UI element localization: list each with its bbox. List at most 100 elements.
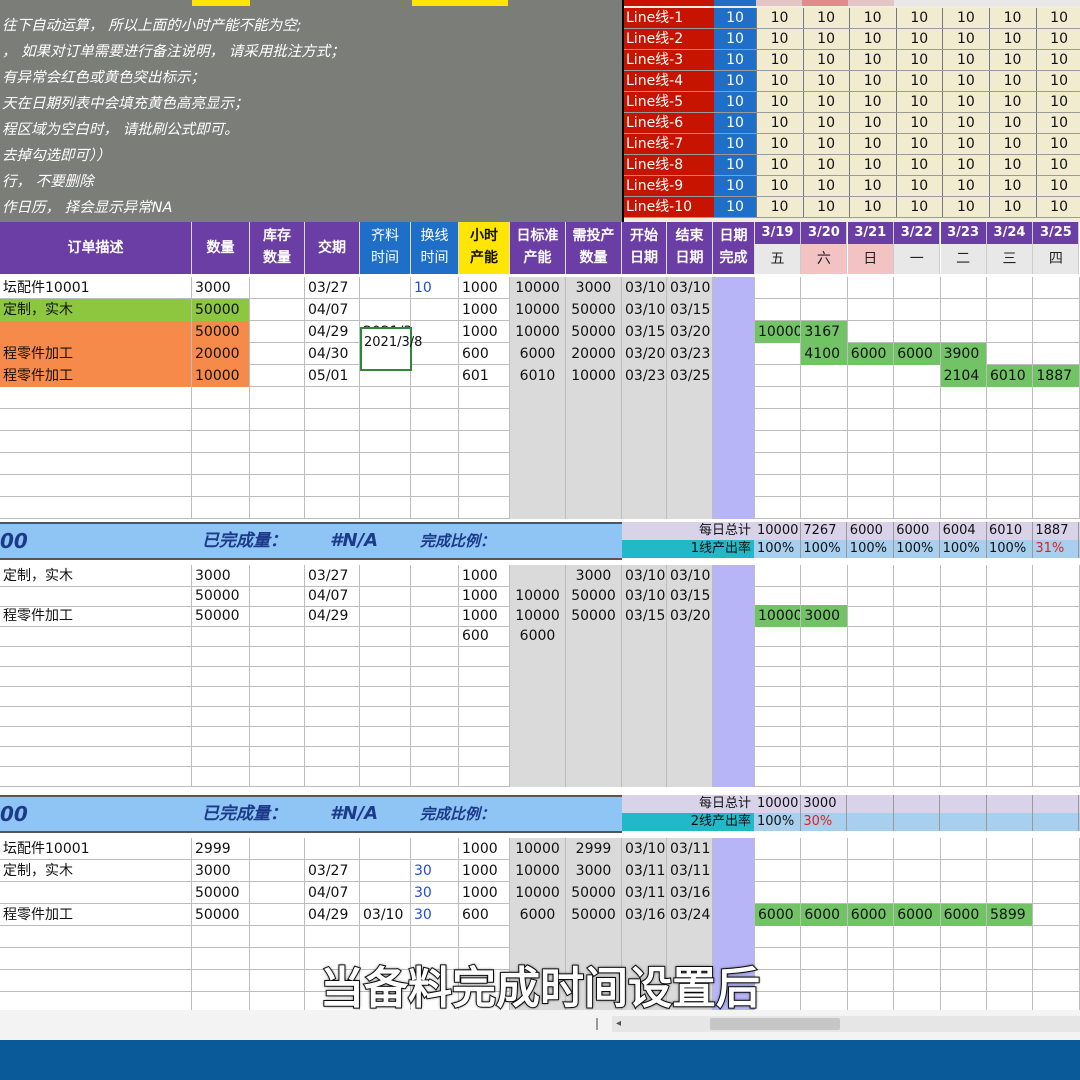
calendar-cell[interactable]: [848, 765, 895, 787]
cell-qty[interactable]: [192, 453, 250, 475]
capacity-cell[interactable]: 10: [756, 197, 802, 217]
cell-chg[interactable]: [411, 685, 459, 707]
calendar-cell[interactable]: [1033, 409, 1080, 431]
cell-need[interactable]: [566, 645, 622, 667]
cell-desc[interactable]: [0, 665, 192, 687]
table-row[interactable]: 程零件加工 20000 04/30 600 6000 20000 03/20 03/23 410…: [0, 343, 1080, 365]
calendar-cell[interactable]: [755, 277, 802, 299]
cell-qty[interactable]: 50000: [192, 904, 250, 926]
cell-std[interactable]: 6000: [510, 904, 566, 926]
cell-due[interactable]: [305, 926, 360, 948]
calendar-cell[interactable]: [894, 665, 941, 687]
capacity-cell[interactable]: 10: [989, 134, 1035, 154]
line-value[interactable]: 10: [714, 176, 756, 196]
cell-done[interactable]: [713, 475, 755, 497]
cell-hour[interactable]: 1000: [459, 277, 510, 299]
cell-start[interactable]: [622, 926, 667, 948]
table-row[interactable]: [0, 765, 1080, 787]
capacity-cell[interactable]: 10: [1035, 71, 1080, 91]
calendar-cell[interactable]: [941, 860, 987, 882]
capacity-cell[interactable]: 10: [802, 8, 849, 28]
capacity-cell[interactable]: 10: [895, 197, 942, 217]
calendar-cell[interactable]: [848, 321, 895, 343]
cell-chg[interactable]: [411, 387, 459, 409]
cell-start[interactable]: [622, 387, 667, 409]
cell-desc[interactable]: [0, 725, 192, 747]
calendar-cell[interactable]: [941, 321, 987, 343]
capacity-cell[interactable]: 10: [989, 155, 1035, 175]
cell-desc[interactable]: 程零件加工: [0, 904, 192, 926]
table-row[interactable]: [0, 497, 1080, 519]
calendar-cell[interactable]: [987, 645, 1034, 667]
cell-need[interactable]: 10000: [566, 365, 622, 387]
cell-due[interactable]: [305, 645, 360, 667]
cell-chg[interactable]: [411, 705, 459, 727]
cell-done[interactable]: [713, 365, 755, 387]
scroll-track[interactable]: [612, 1016, 1080, 1032]
cell-need[interactable]: 3000: [566, 277, 622, 299]
cell-desc[interactable]: 定制，实木: [0, 860, 192, 882]
calendar-cell[interactable]: [755, 838, 802, 860]
cell-end[interactable]: 03/23: [667, 343, 713, 365]
calendar-cell[interactable]: [801, 765, 848, 787]
capacity-cell[interactable]: 10: [849, 50, 896, 70]
cell-stock[interactable]: [250, 645, 305, 667]
cell-desc[interactable]: 程零件加工: [0, 605, 192, 627]
calendar-cell[interactable]: 6000: [801, 904, 848, 926]
cell-start[interactable]: 03/10: [622, 565, 667, 587]
calendar-cell[interactable]: 3167: [801, 321, 848, 343]
table-row[interactable]: [0, 745, 1080, 767]
cell-mat[interactable]: [360, 409, 411, 431]
calendar-cell[interactable]: [894, 685, 941, 707]
capacity-cell[interactable]: 10: [849, 155, 896, 175]
calendar-cell[interactable]: [801, 625, 848, 647]
calendar-cell[interactable]: [848, 665, 895, 687]
calendar-day-header[interactable]: 3/22 一: [894, 222, 941, 274]
cell-hour[interactable]: [459, 665, 510, 687]
capacity-cell[interactable]: 10: [989, 29, 1035, 49]
cell-chg[interactable]: [411, 299, 459, 321]
header-order-desc[interactable]: 订单描述: [0, 222, 192, 274]
cell-due[interactable]: 04/07: [305, 299, 360, 321]
capacity-cell[interactable]: 10: [756, 155, 802, 175]
cell-stock[interactable]: [250, 838, 305, 860]
capacity-cell[interactable]: 10: [942, 50, 989, 70]
cell-end[interactable]: [667, 765, 713, 787]
cell-hour[interactable]: [459, 745, 510, 767]
cell-chg[interactable]: [411, 453, 459, 475]
calendar-cell[interactable]: [755, 365, 802, 387]
cell-stock[interactable]: [250, 387, 305, 409]
cell-stock[interactable]: [250, 299, 305, 321]
calendar-cell[interactable]: [987, 765, 1034, 787]
capacity-cell[interactable]: 10: [942, 8, 989, 28]
cell-mat[interactable]: [360, 860, 411, 882]
calendar-cell[interactable]: [941, 725, 987, 747]
header-day-standard[interactable]: 日标准 产能: [510, 222, 566, 274]
calendar-day-header[interactable]: 3/19 五: [755, 222, 801, 274]
cell-done[interactable]: [713, 685, 755, 707]
capacity-cell[interactable]: 10: [802, 155, 849, 175]
cell-stock[interactable]: [250, 765, 305, 787]
cell-start[interactable]: 03/23: [622, 365, 667, 387]
cell-start[interactable]: [622, 705, 667, 727]
calendar-cell[interactable]: [987, 882, 1034, 904]
calendar-day-header[interactable]: 3/20 六: [801, 222, 848, 274]
cell-start[interactable]: [622, 665, 667, 687]
cell-need[interactable]: 50000: [566, 585, 622, 607]
capacity-cell[interactable]: 10: [802, 176, 849, 196]
cell-desc[interactable]: [0, 625, 192, 647]
cell-std[interactable]: [510, 565, 566, 587]
cell-chg[interactable]: [411, 745, 459, 767]
calendar-cell[interactable]: [1033, 882, 1080, 904]
calendar-cell[interactable]: 4100: [801, 343, 848, 365]
calendar-cell[interactable]: [755, 745, 802, 767]
calendar-cell[interactable]: 10000: [755, 321, 802, 343]
calendar-cell[interactable]: [941, 409, 987, 431]
line-label[interactable]: Line线-10: [624, 197, 714, 217]
cell-done[interactable]: [713, 453, 755, 475]
header-due[interactable]: 交期: [305, 222, 360, 274]
capacity-cell[interactable]: 10: [849, 197, 896, 217]
capacity-cell[interactable]: 10: [1035, 8, 1080, 28]
cell-qty[interactable]: 20000: [192, 343, 250, 365]
header-start-date[interactable]: 开始 日期: [622, 222, 667, 274]
